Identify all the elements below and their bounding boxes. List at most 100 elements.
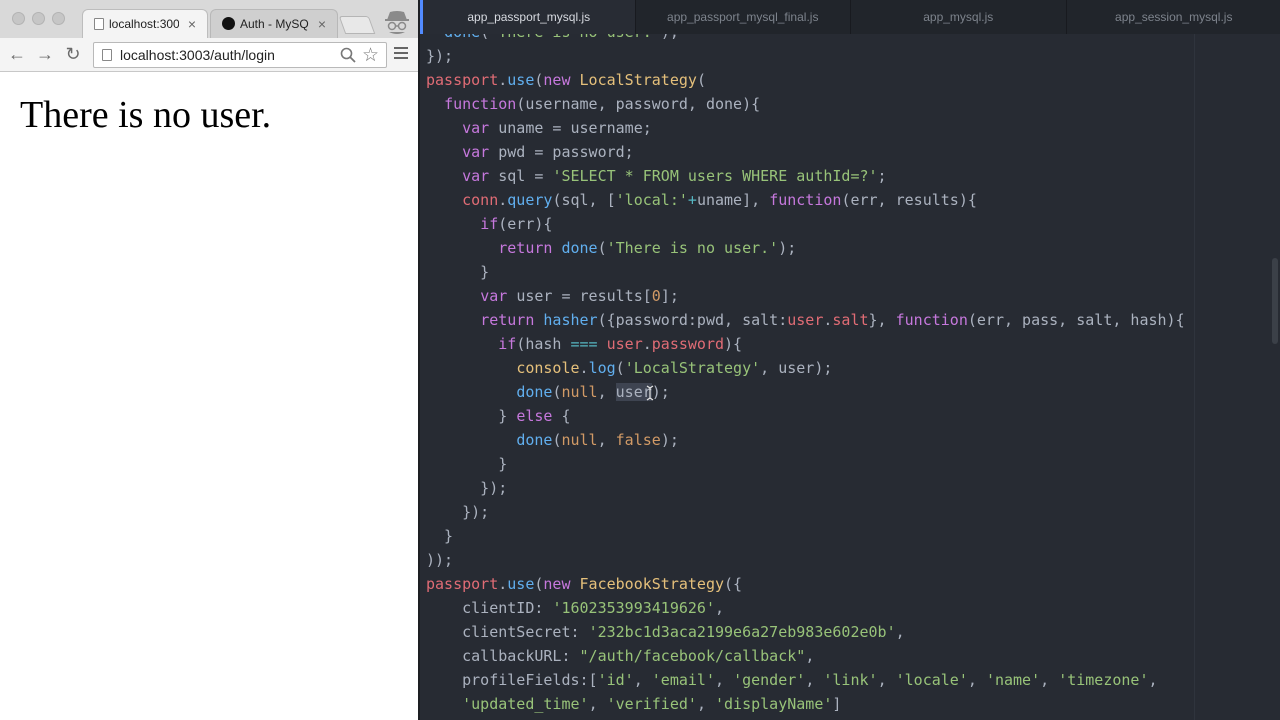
code-token: 'timezone' [1058,671,1149,689]
code-line[interactable]: conn.query(sql, ['local:'+uname], functi… [426,188,1185,212]
code-token: function [444,95,517,113]
close-tab-icon[interactable]: × [318,16,326,32]
code-token: (hash [516,335,571,353]
code-token: console [516,359,580,377]
close-window-icon[interactable] [12,12,25,25]
minimize-window-icon[interactable] [32,12,45,25]
code-token: 'displayName' [715,695,833,713]
editor-tab-app-passport-mysql-final[interactable]: app_passport_mysql_final.js [636,0,851,34]
code-token: ){ [724,335,743,353]
code-token: user = results[ [516,287,652,305]
zoom-icon[interactable] [340,47,356,63]
code-token: done [561,239,598,257]
browser-tab-strip: localhost:3003 × Auth - MySQL × [0,0,418,38]
code-token: if [480,215,499,233]
code-token: . [498,71,508,89]
code-line[interactable]: callbackURL: "/auth/facebook/callback", [426,644,1185,668]
code-token: , [715,671,734,689]
code-line[interactable]: return hasher({password:pwd, salt:user.s… [426,308,1184,332]
close-tab-icon[interactable]: × [188,16,196,32]
bookmark-star-icon[interactable]: ☆ [362,44,379,67]
code-line[interactable]: }); [426,500,1185,524]
code-line[interactable]: clientSecret: '232bc1d3aca2199e6a27eb983… [426,620,1185,644]
code-token: . [579,359,589,377]
editor-tab-app-passport-mysql[interactable]: app_passport_mysql.js [420,0,636,34]
code-token: else [516,407,562,425]
code-line[interactable]: passport.use(new FacebookStrategy({ [426,572,1185,596]
code-token: 'local:' [615,191,688,209]
code-line[interactable]: }); [426,476,1185,500]
code-line[interactable]: var pwd = password; [426,140,1185,164]
code-token: use [507,71,535,89]
code-token: , [1148,671,1158,689]
code-token: uname = username; [498,119,652,137]
code-line[interactable]: var uname = username; [426,116,1185,140]
code-token: profileFields:[ [426,671,598,689]
code-token: user [606,335,643,353]
browser-tab-auth-mysql[interactable]: Auth - MySQL × [210,9,338,38]
code-token: )); [426,551,454,569]
new-tab-button[interactable] [338,16,376,34]
code-area[interactable]: done('There is no user.');});passport.us… [426,20,1185,716]
code-line[interactable]: done(null, false); [426,428,1185,452]
code-line[interactable]: passport.use(new LocalStrategy( [426,68,1185,92]
zoom-window-icon[interactable] [52,12,65,25]
code-token: "/auth/facebook/callback" [579,647,806,665]
code-token: return [498,239,562,257]
code-line[interactable]: )); [426,548,1185,572]
code-token: 'email' [651,671,715,689]
code-token: ({password:pwd, salt: [597,311,788,329]
code-line[interactable]: if(err){ [426,212,1185,236]
code-token: } [426,263,490,281]
code-token: } [426,527,454,545]
code-line[interactable]: done(null, user); [426,380,1185,404]
menu-icon[interactable] [394,47,408,61]
code-line[interactable]: function(username, password, done){ [426,92,1185,116]
code-line[interactable]: if(hash === user.password){ [426,332,1185,356]
code-line[interactable]: } else { [426,404,1185,428]
code-token: 'id' [597,671,634,689]
page-icon [94,17,104,30]
reload-button[interactable]: ↻ [62,43,84,65]
code-line[interactable]: return done('There is no user.'); [426,236,1185,260]
code-line[interactable]: profileFields:['id', 'email', 'gender', … [426,668,1185,692]
code-token: var [462,143,499,161]
scrollbar-thumb[interactable] [1272,258,1278,344]
code-token: salt [832,311,869,329]
browser-tab-localhost[interactable]: localhost:3003 × [82,9,208,38]
code-line[interactable]: console.log('LocalStrategy', user); [426,356,1185,380]
code-line[interactable]: } [426,524,1185,548]
code-line[interactable]: clientID: '1602353993419626', [426,596,1185,620]
code-token: }); [426,503,490,521]
back-button[interactable]: ← [6,43,28,65]
code-token: done [516,431,553,449]
editor-tab-app-mysql[interactable]: app_mysql.js [851,0,1067,34]
code-token: (err){ [498,215,553,233]
code-line[interactable]: 'updated_time', 'verified', 'displayName… [426,692,1185,716]
code-line[interactable]: } [426,260,1185,284]
code-editor: done('There is no user.');});passport.us… [418,0,1280,720]
browser-tab-title: localhost:3003 [109,16,179,31]
address-bar[interactable]: localhost:3003/auth/login ☆ [93,42,387,68]
editor-tab-app-session-mysql[interactable]: app_session_mysql.js [1067,0,1280,34]
code-token: var [462,167,499,185]
editor-tab-bar: app_passport_mysql.js app_passport_mysql… [420,0,1280,34]
code-token: 'verified' [606,695,697,713]
forward-button[interactable]: → [34,43,56,65]
code-line[interactable]: }); [426,44,1185,68]
code-line[interactable]: var user = results[0]; [426,284,1185,308]
code-token: pwd = password; [498,143,634,161]
url-text[interactable]: localhost:3003/auth/login [120,47,275,63]
code-line[interactable]: } [426,452,1185,476]
code-token: (username, password, done){ [516,95,761,113]
code-token: FacebookStrategy [579,575,725,593]
code-line[interactable]: var sql = 'SELECT * FROM users WHERE aut… [426,164,1185,188]
text-cursor-icon [646,385,654,401]
code-token: use [507,575,535,593]
